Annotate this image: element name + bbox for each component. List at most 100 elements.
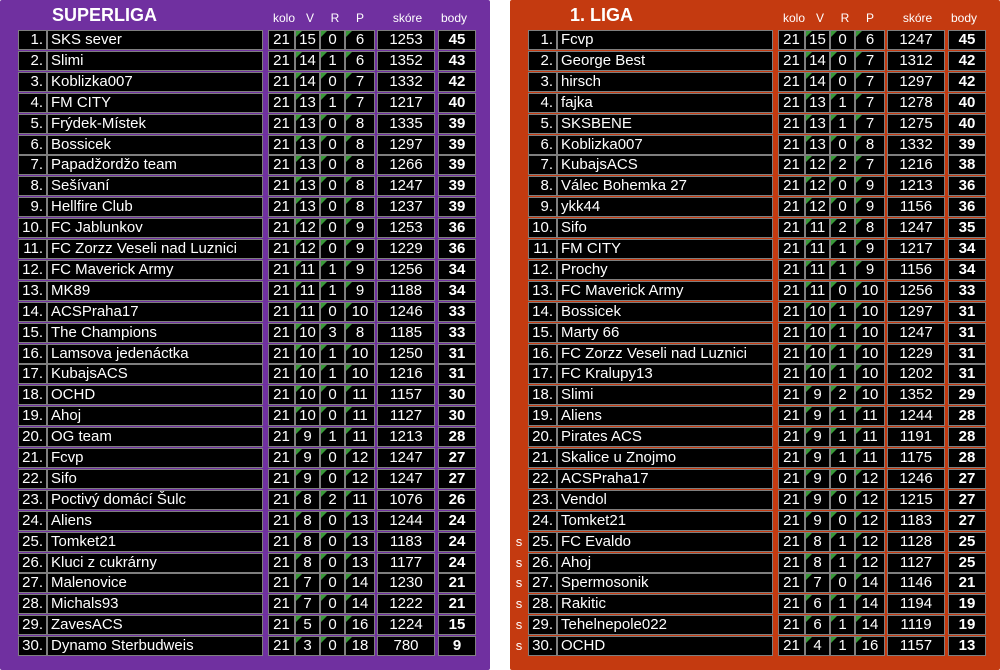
kolo-cell: 21 bbox=[268, 71, 295, 92]
superliga-panel: SUPERLIGA kolo V R P skóre body 1. SKS se… bbox=[0, 0, 490, 670]
kolo-cell: 21 bbox=[778, 573, 805, 594]
wins-cell: 6 bbox=[805, 594, 830, 615]
draws-cell: 0 bbox=[320, 176, 345, 197]
rank-cell: 6. bbox=[18, 134, 47, 155]
points-cell: 43 bbox=[438, 50, 476, 71]
points-cell: 27 bbox=[948, 489, 986, 510]
team-cell: Prochy bbox=[557, 259, 773, 280]
kolo-cell: 21 bbox=[778, 531, 805, 552]
draws-cell: 0 bbox=[320, 594, 345, 615]
points-cell: 31 bbox=[948, 343, 986, 364]
draws-cell: 1 bbox=[830, 301, 855, 322]
score-cell: 1312 bbox=[887, 50, 945, 71]
status-mark: s bbox=[515, 533, 523, 549]
points-cell: 9 bbox=[438, 636, 476, 657]
team-cell: FC Kralupy13 bbox=[557, 364, 773, 385]
wins-cell: 8 bbox=[805, 552, 830, 573]
wins-cell: 10 bbox=[295, 385, 320, 406]
team-cell: Kluci z cukrárny bbox=[47, 552, 263, 573]
rank-cell: 30. bbox=[18, 636, 47, 657]
kolo-cell: 21 bbox=[778, 301, 805, 322]
draws-cell: 2 bbox=[830, 218, 855, 239]
table-row: 5. Frýdek-Místek 21 13 0 8 1335 39 bbox=[0, 113, 490, 134]
rank-cell: 10. bbox=[18, 218, 47, 239]
team-cell: Ahoj bbox=[557, 552, 773, 573]
losses-cell: 10 bbox=[855, 364, 885, 385]
rank-cell: 16. bbox=[528, 343, 557, 364]
score-cell: 1247 bbox=[377, 448, 435, 468]
wins-cell: 11 bbox=[295, 280, 320, 301]
score-cell: 1297 bbox=[887, 301, 945, 322]
kolo-cell: 21 bbox=[268, 176, 295, 197]
wins-cell: 10 bbox=[805, 364, 830, 385]
wins-cell: 12 bbox=[805, 176, 830, 197]
table-row: 9. ykk44 21 12 0 9 1156 36 bbox=[510, 197, 1000, 218]
wins-cell: 11 bbox=[295, 301, 320, 322]
team-cell: Malenovice bbox=[47, 573, 263, 594]
rank-cell: 24. bbox=[18, 510, 47, 531]
wins-cell: 13 bbox=[295, 155, 320, 176]
losses-cell: 11 bbox=[855, 427, 885, 448]
wins-cell: 3 bbox=[295, 636, 320, 657]
draws-cell: 0 bbox=[320, 448, 345, 468]
rank-cell: 3. bbox=[18, 71, 47, 92]
kolo-cell: 21 bbox=[778, 176, 805, 197]
losses-cell: 9 bbox=[345, 239, 375, 259]
points-cell: 31 bbox=[438, 364, 476, 385]
losses-cell: 10 bbox=[855, 301, 885, 322]
score-cell: 780 bbox=[377, 636, 435, 657]
team-cell: FC Maverick Army bbox=[557, 280, 773, 301]
points-cell: 29 bbox=[948, 385, 986, 406]
wins-cell: 14 bbox=[805, 71, 830, 92]
losses-cell: 10 bbox=[345, 364, 375, 385]
losses-cell: 13 bbox=[345, 531, 375, 552]
table-row: 17. FC Kralupy13 21 10 1 10 1202 31 bbox=[510, 364, 1000, 385]
score-cell: 1253 bbox=[377, 218, 435, 239]
rank-cell: 11. bbox=[528, 239, 557, 259]
team-cell: Dynamo Sterbudweis bbox=[47, 636, 263, 657]
score-cell: 1247 bbox=[887, 322, 945, 343]
table-row: 15. Marty 66 21 10 1 10 1247 31 bbox=[510, 322, 1000, 343]
score-cell: 1127 bbox=[887, 552, 945, 573]
kolo-cell: 21 bbox=[778, 155, 805, 176]
points-cell: 30 bbox=[438, 406, 476, 427]
score-cell: 1213 bbox=[377, 427, 435, 448]
points-cell: 21 bbox=[438, 573, 476, 594]
rank-cell: 18. bbox=[18, 385, 47, 406]
wins-cell: 7 bbox=[295, 573, 320, 594]
table-row: 14. ACSPraha17 21 11 0 10 1246 33 bbox=[0, 301, 490, 322]
wins-cell: 11 bbox=[805, 259, 830, 280]
points-cell: 42 bbox=[438, 71, 476, 92]
draws-cell: 1 bbox=[830, 113, 855, 134]
score-cell: 1352 bbox=[887, 385, 945, 406]
points-cell: 28 bbox=[948, 448, 986, 468]
rank-cell: 27. bbox=[18, 573, 47, 594]
rank-cell: 21. bbox=[18, 448, 47, 468]
draws-cell: 0 bbox=[830, 510, 855, 531]
rank-cell: 8. bbox=[18, 176, 47, 197]
kolo-cell: 21 bbox=[268, 92, 295, 113]
losses-cell: 9 bbox=[855, 239, 885, 259]
draws-cell: 1 bbox=[830, 239, 855, 259]
points-cell: 13 bbox=[948, 636, 986, 657]
points-cell: 24 bbox=[438, 552, 476, 573]
rank-cell: 13. bbox=[18, 280, 47, 301]
status-mark: s bbox=[515, 575, 523, 591]
team-cell: OCHD bbox=[557, 636, 773, 657]
losses-cell: 8 bbox=[345, 134, 375, 155]
score-cell: 1185 bbox=[377, 322, 435, 343]
wins-cell: 13 bbox=[295, 92, 320, 113]
rank-cell: 4. bbox=[528, 92, 557, 113]
draws-cell: 1 bbox=[830, 531, 855, 552]
losses-cell: 12 bbox=[855, 510, 885, 531]
draws-cell: 1 bbox=[320, 364, 345, 385]
points-cell: 19 bbox=[948, 594, 986, 615]
losses-cell: 7 bbox=[345, 71, 375, 92]
col-header-v: V bbox=[815, 11, 824, 25]
col-header-p: P bbox=[355, 11, 364, 25]
wins-cell: 12 bbox=[295, 218, 320, 239]
rank-cell: 7. bbox=[528, 155, 557, 176]
kolo-cell: 21 bbox=[268, 239, 295, 259]
draws-cell: 0 bbox=[320, 636, 345, 657]
draws-cell: 0 bbox=[830, 489, 855, 510]
